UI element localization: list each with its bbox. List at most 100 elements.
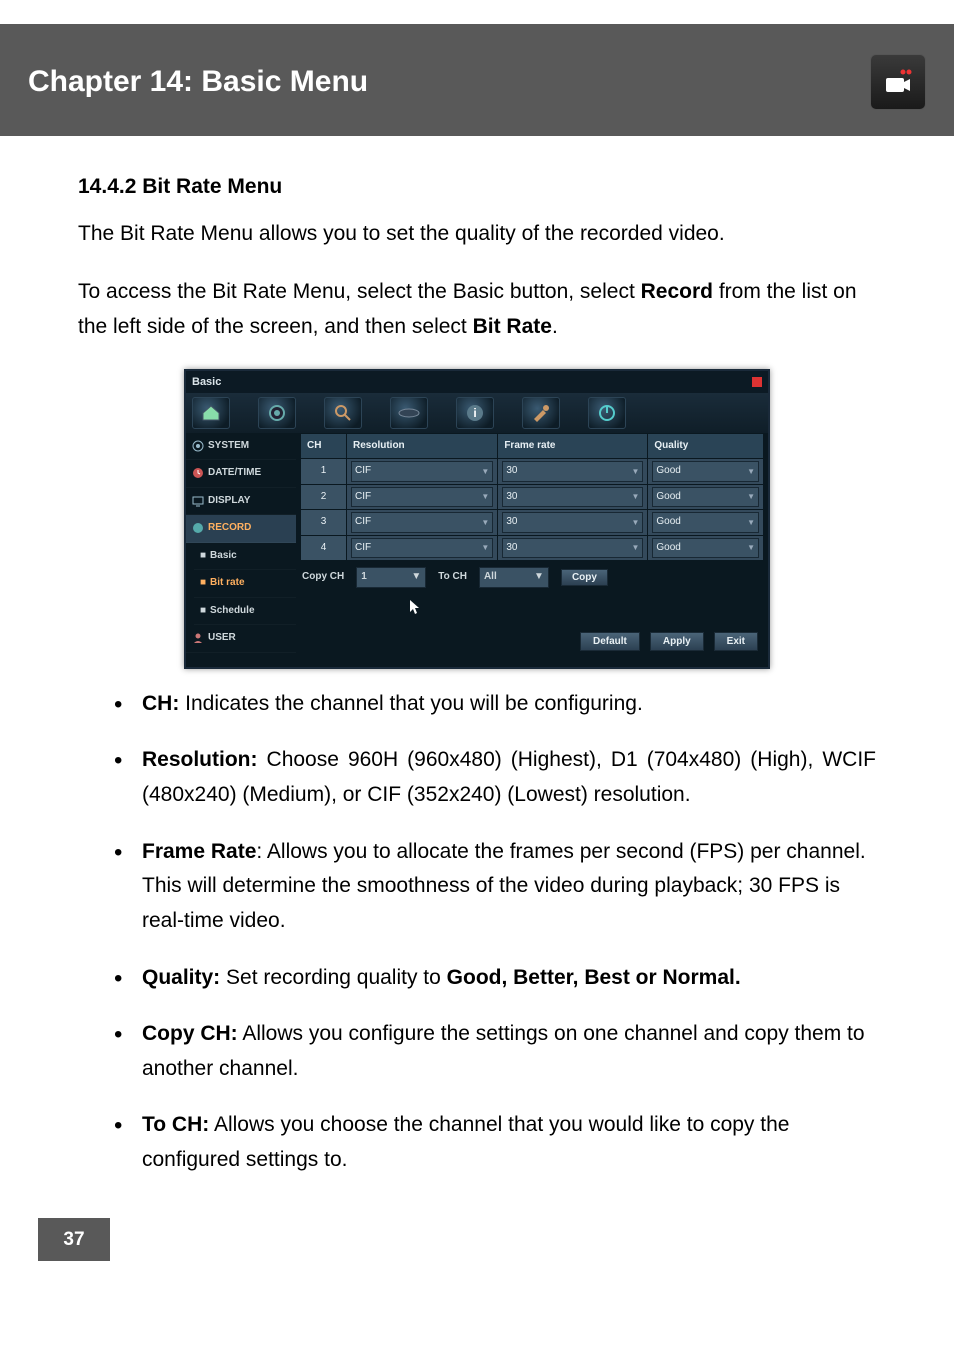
sidebar-subitem-basic[interactable]: ■ Basic [194,543,296,571]
sidebar-subitem-bitrate[interactable]: ■ Bit rate [194,570,296,598]
camera-icon [870,54,926,110]
toolbar-record-icon[interactable] [258,397,296,429]
term: CH: [142,692,179,715]
quality-dropdown[interactable]: Good▼ [652,512,759,533]
sidebar-label: DATE/TIME [208,465,261,482]
list-item: Resolution: Choose 960H (960x480) (Highe… [114,743,876,812]
table-row: 2 CIF▼ 30▼ Good▼ [301,484,764,510]
chevron-down-icon: ▼ [747,465,755,478]
framerate-dropdown[interactable]: 30▼ [502,461,643,482]
sidebar-label: USER [208,630,236,647]
text: . [552,315,558,338]
footer-buttons: Default Apply Exit [300,624,764,659]
bitrate-menu-screenshot: Basic i [184,369,770,669]
toolbar-power-icon[interactable] [588,397,626,429]
access-paragraph: To access the Bit Rate Menu, select the … [78,275,876,344]
chevron-down-icon: ▼ [481,490,489,503]
window-title: Basic [192,373,221,391]
sidebar-item-display[interactable]: DISPLAY [186,488,296,516]
sidebar-sublabel: Bit rate [210,575,244,592]
chevron-down-icon: ▼ [534,569,544,586]
table-row: 1 CIF▼ 30▼ Good▼ [301,459,764,485]
quality-dropdown[interactable]: Good▼ [652,538,759,559]
sidebar-label: DISPLAY [208,493,250,510]
cell-ch: 2 [301,484,347,510]
framerate-dropdown[interactable]: 30▼ [502,512,643,533]
copy-row: Copy CH 1▼ To CH All▼ Copy [300,561,764,594]
resolution-dropdown[interactable]: CIF▼ [351,538,493,559]
chevron-down-icon: ▼ [631,541,639,554]
toolbar-search-icon[interactable] [324,397,362,429]
sidebar-sublabel: Basic [210,548,237,565]
sidebar-item-user[interactable]: USER [186,625,296,653]
toolbar-hdd-icon[interactable] [390,397,428,429]
copy-button[interactable]: Copy [561,569,608,586]
intro-paragraph: The Bit Rate Menu allows you to set the … [78,217,876,252]
list-item: CH: Indicates the channel that you will … [114,687,876,722]
quality-dropdown[interactable]: Good▼ [652,487,759,508]
sidebar-subitem-schedule[interactable]: ■ Schedule [194,598,296,626]
sidebar-label: RECORD [208,520,251,537]
framerate-dropdown[interactable]: 30▼ [502,487,643,508]
term: To CH: [142,1113,209,1136]
chevron-down-icon: ▼ [747,541,755,554]
exit-button[interactable]: Exit [714,632,758,651]
chevron-down-icon: ▼ [481,465,489,478]
resolution-dropdown[interactable]: CIF▼ [351,461,493,482]
gear-icon [192,440,204,452]
toolbar: i [186,393,768,433]
term: Quality: [142,966,220,989]
framerate-dropdown[interactable]: 30▼ [502,538,643,559]
chevron-down-icon: ▼ [631,465,639,478]
user-icon [192,632,204,644]
cell-ch: 3 [301,510,347,536]
page-number: 37 [38,1218,110,1261]
term: Resolution: [142,748,258,771]
cell-ch: 1 [301,459,347,485]
list-item: Copy CH: Allows you configure the settin… [114,1017,876,1086]
table-row: 4 CIF▼ 30▼ Good▼ [301,535,764,561]
main-panel: CH Resolution Frame rate Quality 1 CIF▼ … [296,433,768,667]
resolution-dropdown[interactable]: CIF▼ [351,487,493,508]
desc: Allows you choose the channel that you w… [142,1113,789,1171]
sidebar-item-record[interactable]: RECORD [186,515,296,543]
chevron-down-icon: ▼ [631,490,639,503]
copy-ch-dropdown[interactable]: 1▼ [356,567,426,588]
chevron-down-icon: ▼ [631,516,639,529]
toolbar-home-icon[interactable] [192,397,230,429]
svg-text:i: i [473,406,476,420]
bitrate-table: CH Resolution Frame rate Quality 1 CIF▼ … [300,433,764,562]
chevron-down-icon: ▼ [481,541,489,554]
sidebar: SYSTEM DATE/TIME DISPLAY [186,433,296,667]
resolution-dropdown[interactable]: CIF▼ [351,512,493,533]
close-icon[interactable] [752,377,762,387]
sidebar-item-system[interactable]: SYSTEM [186,433,296,461]
desc: Allows you configure the settings on one… [142,1022,865,1080]
term: Copy CH: [142,1022,238,1045]
cursor-icon [300,594,764,624]
chevron-down-icon: ▼ [747,490,755,503]
cell-ch: 4 [301,535,347,561]
quality-dropdown[interactable]: Good▼ [652,461,759,482]
to-ch-label: To CH [438,569,467,586]
feature-list: CH: Indicates the channel that you will … [114,687,876,1178]
sidebar-label: SYSTEM [208,438,249,455]
text-bold: Record [641,280,713,303]
to-ch-dropdown[interactable]: All▼ [479,567,549,588]
col-header-ch: CH [301,433,347,459]
toolbar-info-icon[interactable]: i [456,397,494,429]
sidebar-item-datetime[interactable]: DATE/TIME [186,460,296,488]
toolbar-tools-icon[interactable] [522,397,560,429]
col-header-resolution: Resolution [347,433,498,459]
col-header-quality: Quality [648,433,764,459]
desc: Indicates the channel that you will be c… [179,692,642,715]
apply-button[interactable]: Apply [650,632,704,651]
window-titlebar: Basic [186,371,768,393]
desc: Set recording quality to [220,966,446,989]
record-icon [192,522,204,534]
default-button[interactable]: Default [580,632,640,651]
list-item: Quality: Set recording quality to Good, … [114,961,876,996]
text-bold: Bit Rate [473,315,552,338]
chapter-title: Chapter 14: Basic Menu [28,57,368,107]
chevron-down-icon: ▼ [411,569,421,586]
